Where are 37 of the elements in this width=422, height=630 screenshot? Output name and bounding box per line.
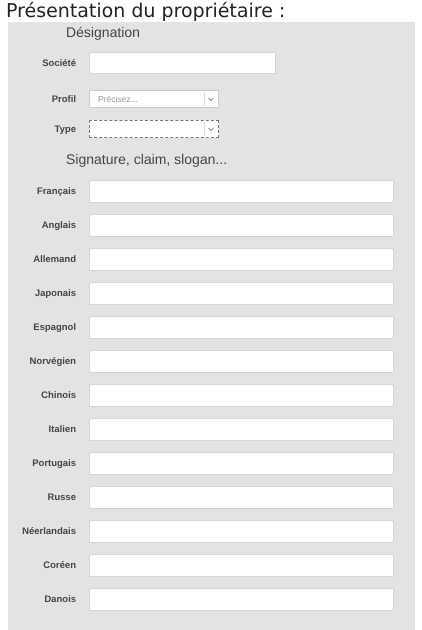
field-label: Japonais xyxy=(34,288,76,298)
text-field[interactable] xyxy=(89,384,394,406)
field-label: Portugais xyxy=(31,458,76,468)
text-field[interactable] xyxy=(89,554,394,576)
field-label: Russe xyxy=(46,492,76,502)
text-field[interactable] xyxy=(89,282,394,304)
field-label: Profil xyxy=(50,94,76,104)
field-label: Société xyxy=(41,58,76,68)
field-label: Chinois xyxy=(40,390,76,400)
field-label: Danois xyxy=(43,594,76,604)
text-field[interactable] xyxy=(89,214,394,236)
section-heading: Signature, claim, slogan... xyxy=(65,150,228,169)
text-field[interactable] xyxy=(89,486,394,508)
text-field[interactable] xyxy=(89,588,394,610)
field-label: Italien xyxy=(48,424,76,434)
field-label: Norvégien xyxy=(28,356,76,366)
text-field[interactable] xyxy=(89,452,394,474)
text-field[interactable] xyxy=(89,180,394,202)
text-field[interactable] xyxy=(89,248,394,270)
text-field[interactable] xyxy=(89,520,394,542)
dropdown[interactable]: Précisez... xyxy=(89,90,219,108)
text-field[interactable] xyxy=(89,418,394,440)
field-label: Type xyxy=(54,124,76,134)
field-label: Français xyxy=(36,186,76,196)
field-label: Espagnol xyxy=(32,322,76,332)
field-label: Allemand xyxy=(32,254,76,264)
field-label: Anglais xyxy=(40,220,76,230)
text-field[interactable] xyxy=(89,316,394,338)
section-heading: Désignation xyxy=(65,23,141,42)
page-title: Présentation du propriétaire : xyxy=(6,0,286,22)
field-label: Néerlandais xyxy=(21,526,76,536)
chevron-down-icon xyxy=(204,92,217,106)
text-field[interactable] xyxy=(89,52,276,74)
chevron-down-icon xyxy=(204,122,217,136)
dropdown[interactable] xyxy=(89,120,219,138)
text-field[interactable] xyxy=(89,350,394,372)
field-label: Coréen xyxy=(42,560,76,570)
